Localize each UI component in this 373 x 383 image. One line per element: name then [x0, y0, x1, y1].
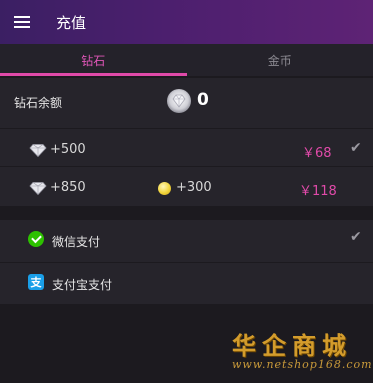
page-title: 充值	[56, 13, 87, 32]
menu-bars	[14, 16, 30, 28]
diamond-packages-section: 钻石余额 0 +500 ￥68 ✔ +850 +300 ￥118	[0, 78, 373, 206]
diamond-icon	[167, 89, 191, 113]
check-icon: ✔	[350, 229, 362, 245]
app-bar: 充值	[0, 0, 373, 44]
coin-icon	[158, 182, 171, 195]
payment-label: 支付宝支付	[52, 278, 113, 292]
package-diamond-amount: +500	[50, 142, 86, 157]
package-bonus-coins: +300	[176, 180, 212, 195]
payment-option-alipay[interactable]: 支 支付宝支付	[0, 262, 373, 304]
payment-methods-section: 微信支付 ✔ 支 支付宝支付	[0, 220, 373, 304]
balance-row: 钻石余额 0	[0, 78, 373, 124]
watermark-brand: 华企商城	[232, 331, 352, 360]
payment-option-wechat[interactable]: 微信支付 ✔	[0, 220, 373, 262]
row-divider	[0, 128, 373, 129]
tab-bar: 钻石 金币	[0, 44, 373, 76]
row-divider	[0, 166, 373, 167]
balance-value: 0	[197, 90, 209, 110]
package-diamond-amount: +850	[50, 180, 86, 195]
diamond-icon	[29, 144, 47, 157]
balance-label: 钻石余额	[14, 96, 63, 110]
tab-diamonds[interactable]: 钻石	[0, 44, 187, 76]
package-price: ￥118	[299, 184, 337, 199]
package-row[interactable]: +500 ￥68 ✔	[0, 128, 373, 168]
watermark-url: www.netshop168.com	[232, 358, 373, 371]
package-price: ￥68	[302, 146, 332, 161]
diamond-icon	[29, 182, 47, 195]
payment-label: 微信支付	[52, 235, 101, 249]
alipay-icon: 支	[28, 274, 44, 290]
wechat-icon	[28, 231, 44, 247]
menu-icon[interactable]	[0, 0, 44, 44]
check-icon: ✔	[350, 140, 362, 156]
package-row[interactable]: +850 +300 ￥118	[0, 166, 373, 206]
tab-coins[interactable]: 金币	[187, 44, 373, 76]
